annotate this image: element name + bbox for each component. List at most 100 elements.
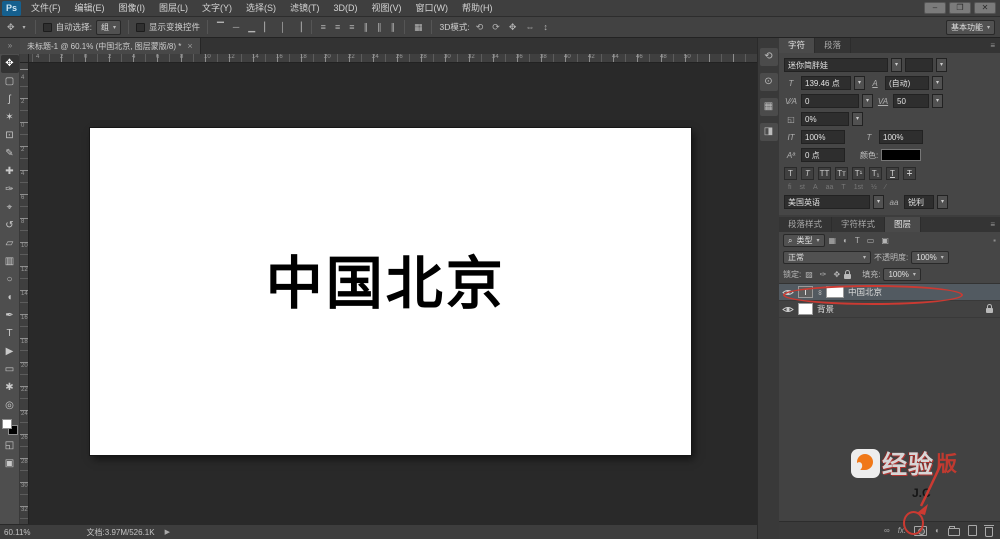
menu-item[interactable]: 视图(V) <box>365 0 409 17</box>
add-layer-mask-icon[interactable] <box>914 526 927 536</box>
adjustment-layer-icon[interactable]: ◐ <box>935 526 940 535</box>
canvas-area[interactable]: 4202468101214161820222426283032343638404… <box>20 54 757 524</box>
fill-dropdown[interactable]: 100%▾ <box>883 268 920 281</box>
font-size-field[interactable]: 139.46 点 <box>801 76 851 90</box>
lock-position-icon[interactable]: ✥ <box>833 270 842 279</box>
workspace-switcher[interactable]: 基本功能▾ <box>946 20 995 35</box>
opentype-feature-icon[interactable]: st <box>800 184 805 191</box>
tab-close-icon[interactable]: × <box>187 41 192 51</box>
3d-scale-icon[interactable]: ↕ <box>541 22 550 32</box>
close-button[interactable]: ✕ <box>974 2 996 14</box>
font-family-field[interactable]: 迷你简胖娃 <box>784 58 888 72</box>
opentype-feature-icon[interactable]: fi <box>788 184 792 191</box>
opacity-dropdown[interactable]: 100%▾ <box>911 251 948 264</box>
faux-italic-button[interactable]: T <box>801 167 814 180</box>
path-selection-tool[interactable]: ▶ <box>1 343 19 361</box>
antialias-caret-icon[interactable]: ▾ <box>937 195 948 209</box>
tracking-caret-icon[interactable]: ▾ <box>932 94 943 108</box>
spot-healing-brush-tool[interactable]: ✚ <box>1 163 19 181</box>
document-tab[interactable]: 未标题-1 @ 60.1% (中国北京, 图层蒙版/8) * × <box>20 38 201 54</box>
history-panel-icon[interactable]: ⟲ <box>760 48 778 66</box>
move-tool[interactable]: ✥ <box>1 55 19 73</box>
font-size-caret-icon[interactable]: ▾ <box>854 76 865 90</box>
menu-item[interactable]: 选择(S) <box>239 0 283 17</box>
3d-roll-icon[interactable]: ⟳ <box>490 22 502 33</box>
lock-pixels-icon[interactable]: ✑ <box>819 270 828 279</box>
document-canvas[interactable]: 中国北京 <box>90 128 691 455</box>
show-transform-checkbox[interactable] <box>136 23 145 32</box>
leading-field[interactable]: (自动) <box>885 76 929 90</box>
language-dropdown[interactable]: 美国英语 <box>784 195 870 209</box>
rectangle-tool[interactable]: ▭ <box>1 361 19 379</box>
3d-drag-icon[interactable]: ✥ <box>507 22 519 33</box>
menu-item[interactable]: 文件(F) <box>24 0 68 17</box>
distribute-right-edges-icon[interactable]: ∥ <box>388 22 397 33</box>
text-color-swatch[interactable] <box>881 149 921 161</box>
underline-button[interactable]: T <box>886 167 899 180</box>
new-group-icon[interactable] <box>948 528 960 536</box>
opentype-feature-icon[interactable]: ½ <box>871 184 877 191</box>
pen-tool[interactable]: ✒ <box>1 307 19 325</box>
filter-shape-layers-icon[interactable]: ▭ <box>866 236 876 245</box>
menu-item[interactable]: 滤镜(T) <box>283 0 327 17</box>
hand-tool[interactable]: ✱ <box>1 379 19 397</box>
align-top-edges-icon[interactable]: ▔ <box>215 22 226 33</box>
layer-filter-dropdown[interactable]: ⌕ 类型 ▾ <box>783 234 825 247</box>
blur-tool[interactable]: ○ <box>1 271 19 289</box>
background-layer-thumbnail[interactable] <box>798 303 813 315</box>
auto-select-checkbox[interactable] <box>43 23 52 32</box>
blend-mode-dropdown[interactable]: 正常▾ <box>783 251 871 264</box>
align-bottom-edges-icon[interactable]: ▁ <box>246 22 257 33</box>
opentype-feature-icon[interactable]: T <box>841 184 845 191</box>
tab-character[interactable]: 字符 <box>779 38 815 53</box>
lasso-tool[interactable]: ʃ <box>1 91 19 109</box>
clone-stamp-tool[interactable]: ⌖ <box>1 199 19 217</box>
opentype-feature-icon[interactable]: 1st <box>854 184 863 191</box>
distribute-horizontal-centers-icon[interactable]: ∥ <box>375 22 384 33</box>
lock-transparency-icon[interactable]: ▨ <box>804 270 814 279</box>
distribute-left-edges-icon[interactable]: ∥ <box>361 22 370 33</box>
tool-preset-caret-icon[interactable]: ▾ <box>21 24 28 31</box>
menu-item[interactable]: 文字(Y) <box>195 0 239 17</box>
tab-paragraph[interactable]: 段落 <box>815 38 851 53</box>
font-family-caret-icon[interactable]: ▾ <box>891 58 902 72</box>
menu-item[interactable]: 图层(L) <box>152 0 195 17</box>
dodge-tool[interactable]: ◖ <box>1 289 19 307</box>
gradient-tool[interactable]: ▥ <box>1 253 19 271</box>
layers-panel-menu-icon[interactable]: ≡ <box>985 217 1000 232</box>
screen-mode-button[interactable]: ▣ <box>1 455 19 473</box>
language-caret-icon[interactable]: ▾ <box>873 195 884 209</box>
layer-row-text[interactable]: T ∞ 中国北京 <box>779 284 1000 301</box>
tsume-field[interactable]: 0% <box>801 112 849 126</box>
menu-item[interactable]: 3D(D) <box>327 0 365 17</box>
align-right-edges-icon[interactable]: ▕ <box>293 22 304 33</box>
move-tool-icon[interactable]: ✥ <box>5 22 17 33</box>
info-panel-icon[interactable]: ⊙ <box>760 73 778 91</box>
auto-align-layers-icon[interactable]: ▦ <box>412 22 425 33</box>
tsume-caret-icon[interactable]: ▾ <box>852 112 863 126</box>
status-options-arrow-icon[interactable]: ▶ <box>165 528 170 536</box>
align-left-edges-icon[interactable]: ▏ <box>262 22 273 33</box>
crop-tool[interactable]: ⊡ <box>1 127 19 145</box>
layer-mask-thumbnail[interactable] <box>826 286 844 298</box>
opentype-feature-icon[interactable]: aa <box>826 184 834 191</box>
subscript-button[interactable]: T₁ <box>869 167 882 180</box>
type-tool[interactable]: T <box>1 325 19 343</box>
quick-mask-button[interactable]: ◱ <box>1 437 19 455</box>
visibility-eye-icon[interactable] <box>782 288 794 297</box>
leading-caret-icon[interactable]: ▾ <box>932 76 943 90</box>
distribute-bottom-edges-icon[interactable]: ≡ <box>347 22 356 32</box>
color-panel-icon[interactable]: ▦ <box>760 98 778 116</box>
font-style-field[interactable] <box>905 58 933 72</box>
layer-style-icon[interactable]: fx. <box>898 526 906 535</box>
menu-item[interactable]: 图像(I) <box>112 0 153 17</box>
tab-layers[interactable]: 图层 <box>885 217 921 232</box>
quick-selection-tool[interactable]: ✶ <box>1 109 19 127</box>
filter-adjustment-layers-icon[interactable]: ◐ <box>842 236 849 245</box>
brush-tool[interactable]: ✑ <box>1 181 19 199</box>
opentype-feature-icon[interactable]: A <box>813 184 818 191</box>
eyedropper-tool[interactable]: ✎ <box>1 145 19 163</box>
kerning-caret-icon[interactable]: ▾ <box>862 94 873 108</box>
strikethrough-button[interactable]: T <box>903 167 916 180</box>
history-brush-tool[interactable]: ↺ <box>1 217 19 235</box>
